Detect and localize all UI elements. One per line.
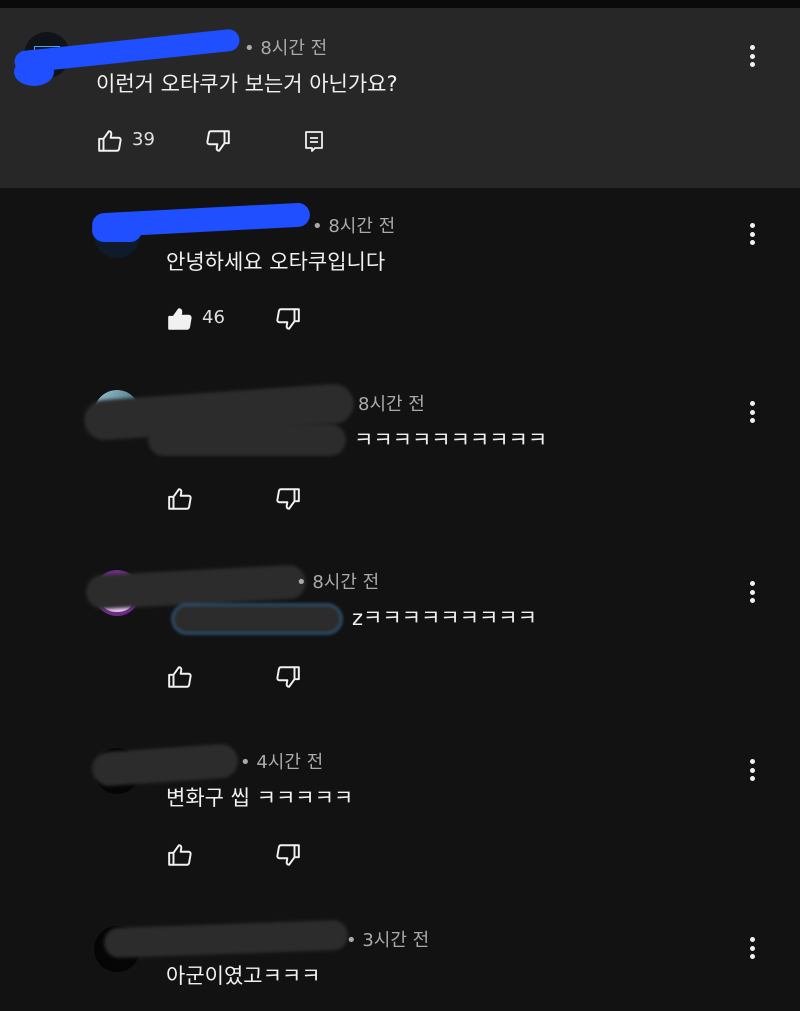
comment-text: 안녕하세요 오타쿠입니다 xyxy=(166,250,386,274)
redacted-mention xyxy=(172,604,342,634)
comment-thread-highlighted: • 8시간 전 이런거 오타쿠가 보는거 아닌가요? 39 xyxy=(0,8,800,188)
more-vert-icon[interactable] xyxy=(740,398,764,426)
thumbs-down-icon[interactable] xyxy=(272,484,304,514)
thumbs-down-icon[interactable] xyxy=(272,662,304,692)
like-count: 39 xyxy=(132,129,155,150)
thumbs-up-icon[interactable] xyxy=(164,840,196,870)
comment-text: 변화구 씹 ㅋㅋㅋㅋㅋ xyxy=(166,786,354,810)
comment-timestamp: • 3시간 전 xyxy=(346,930,430,951)
comment-timestamp: • 8시간 전 xyxy=(312,216,396,237)
reply-icon[interactable] xyxy=(298,126,330,156)
redacted-username xyxy=(14,58,54,86)
redacted-username xyxy=(92,218,142,242)
thumbs-down-icon[interactable] xyxy=(202,126,234,156)
thumbs-down-icon[interactable] xyxy=(272,840,304,870)
more-vert-icon[interactable] xyxy=(740,578,764,606)
comment-timestamp: • 8시간 전 xyxy=(296,572,380,593)
thumbs-up-icon[interactable] xyxy=(164,304,196,334)
comment-actions xyxy=(164,662,364,692)
comment-actions xyxy=(164,484,364,514)
thumbs-down-icon[interactable] xyxy=(272,304,304,334)
more-vert-icon[interactable] xyxy=(740,220,764,248)
thumbs-up-icon[interactable] xyxy=(164,484,196,514)
reply-comment: 8시간 전 ㅋㅋㅋㅋㅋㅋㅋㅋㅋㅋ xyxy=(0,368,800,546)
more-vert-icon[interactable] xyxy=(740,42,764,70)
reply-comment: • 8시간 전 안녕하세요 오타쿠입니다 46 xyxy=(0,188,800,368)
comment-actions: 39 xyxy=(94,126,354,156)
thumbs-up-icon[interactable] xyxy=(94,126,126,156)
comment-text: ㅋㅋㅋㅋㅋㅋㅋㅋㅋㅋ xyxy=(354,428,548,452)
comment-text: 이런거 오타쿠가 보는거 아닌가요? xyxy=(96,72,398,96)
comment-text: 아군이였고ㅋㅋㅋ xyxy=(166,964,321,988)
comment-timestamp: • 8시간 전 xyxy=(244,38,328,59)
redacted-mention xyxy=(148,424,346,456)
more-vert-icon[interactable] xyxy=(740,934,764,962)
reply-comment: • 3시간 전 아군이였고ㅋㅋㅋ xyxy=(0,904,800,1011)
reply-comment: • 4시간 전 변화구 씹 ㅋㅋㅋㅋㅋ xyxy=(0,726,800,904)
like-count: 46 xyxy=(202,307,225,328)
comment-timestamp: 8시간 전 xyxy=(358,394,425,415)
thumbs-up-icon[interactable] xyxy=(164,662,196,692)
top-edge xyxy=(0,0,800,8)
comment-text: zㅋㅋㅋㅋㅋㅋㅋㅋㅋ xyxy=(352,606,537,630)
more-vert-icon[interactable] xyxy=(740,756,764,784)
comment-timestamp: • 4시간 전 xyxy=(240,752,324,773)
redacted-username xyxy=(103,919,349,959)
reply-comment: • 8시간 전 zㅋㅋㅋㅋㅋㅋㅋㅋㅋ xyxy=(0,546,800,726)
comment-actions xyxy=(164,840,364,870)
comment-actions: 46 xyxy=(164,304,364,334)
